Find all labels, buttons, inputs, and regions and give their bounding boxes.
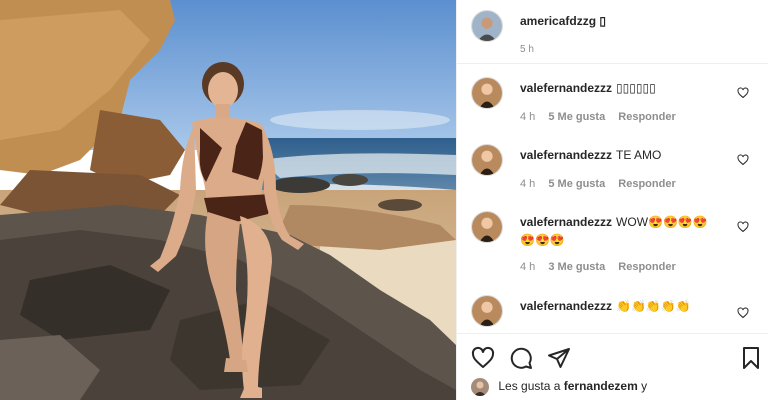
comment-username[interactable]: valefernandezzz	[520, 148, 612, 162]
reply-button[interactable]: Responder	[618, 261, 675, 273]
comment-text: valefernandezzz WOW😍😍😍😍😍😍😍	[520, 213, 716, 249]
send-icon[interactable]	[547, 346, 571, 370]
comment-username[interactable]: valefernandezzz	[520, 215, 612, 229]
commenter-avatar[interactable]	[471, 77, 503, 109]
comment-body: 👏👏👏👏👏	[616, 299, 691, 313]
post-header: americafdzzg ▯ 5 h	[457, 0, 768, 64]
liked-by-suffix: y	[641, 379, 648, 394]
reply-button[interactable]: Responder	[618, 111, 675, 123]
post-timestamp[interactable]: 5 h	[520, 44, 534, 55]
comment-item: valefernandezzz WOW😍😍😍😍😍😍😍 4 h 3 Me gusta…	[457, 199, 768, 283]
comment-body: TE AMO	[616, 148, 662, 162]
post-photo[interactable]	[0, 0, 456, 400]
owner-username-text[interactable]: americafdzzg	[520, 14, 596, 28]
comment-username[interactable]: valefernandezzz	[520, 299, 612, 313]
bookmark-icon[interactable]	[739, 346, 763, 370]
liked-by-prefix: Les gusta a	[498, 379, 561, 394]
comment-like-heart-icon[interactable]	[737, 87, 749, 99]
comment-likes[interactable]: 5 Me gusta	[548, 178, 605, 190]
comment-likes[interactable]: 3 Me gusta	[548, 261, 605, 273]
commenter-avatar[interactable]	[471, 144, 503, 176]
owner-username[interactable]: americafdzzg ▯	[520, 14, 606, 28]
comment-meta: 4 h 3 Me gusta Responder	[520, 261, 686, 273]
comment-time[interactable]: 4 h	[520, 261, 535, 273]
comment-item: valefernandezzz 👏👏👏👏👏	[457, 283, 768, 333]
comment-item: valefernandezzz TE AMO 4 h 5 Me gusta Res…	[457, 132, 768, 199]
liked-by: Les gusta a fernandezem y	[471, 378, 647, 398]
comment-text: valefernandezzz ▯▯▯▯▯▯	[520, 79, 716, 97]
owner-avatar[interactable]	[471, 10, 503, 42]
comment-text: valefernandezzz 👏👏👏👏👏	[520, 297, 716, 315]
comment-like-heart-icon[interactable]	[737, 307, 749, 319]
post-side-panel: americafdzzg ▯ 5 h valefernandezzz ▯▯▯▯▯▯…	[456, 0, 768, 400]
comment-icon[interactable]	[509, 346, 533, 370]
comment-meta: 4 h 5 Me gusta Responder	[520, 178, 686, 190]
commenter-avatar[interactable]	[471, 211, 503, 243]
commenter-avatar[interactable]	[471, 295, 503, 327]
owner-suffix: ▯	[599, 14, 606, 28]
liked-by-avatar[interactable]	[471, 378, 489, 396]
comment-time[interactable]: 4 h	[520, 111, 535, 123]
comment-item: valefernandezzz ▯▯▯▯▯▯ 4 h 5 Me gusta Res…	[457, 65, 768, 132]
comment-like-heart-icon[interactable]	[737, 221, 749, 233]
comment-username[interactable]: valefernandezzz	[520, 81, 612, 95]
post-actions-bar: Les gusta a fernandezem y	[457, 333, 768, 400]
comment-meta: 4 h 5 Me gusta Responder	[520, 111, 686, 123]
comment-body: ▯▯▯▯▯▯	[616, 81, 656, 95]
comments-list[interactable]: valefernandezzz ▯▯▯▯▯▯ 4 h 5 Me gusta Res…	[457, 65, 768, 333]
heart-icon[interactable]	[471, 346, 495, 370]
comment-likes[interactable]: 5 Me gusta	[548, 111, 605, 123]
comment-time[interactable]: 4 h	[520, 178, 535, 190]
comment-text: valefernandezzz TE AMO	[520, 146, 716, 164]
comment-like-heart-icon[interactable]	[737, 154, 749, 166]
liked-by-user[interactable]: fernandezem	[564, 379, 638, 393]
reply-button[interactable]: Responder	[618, 178, 675, 190]
